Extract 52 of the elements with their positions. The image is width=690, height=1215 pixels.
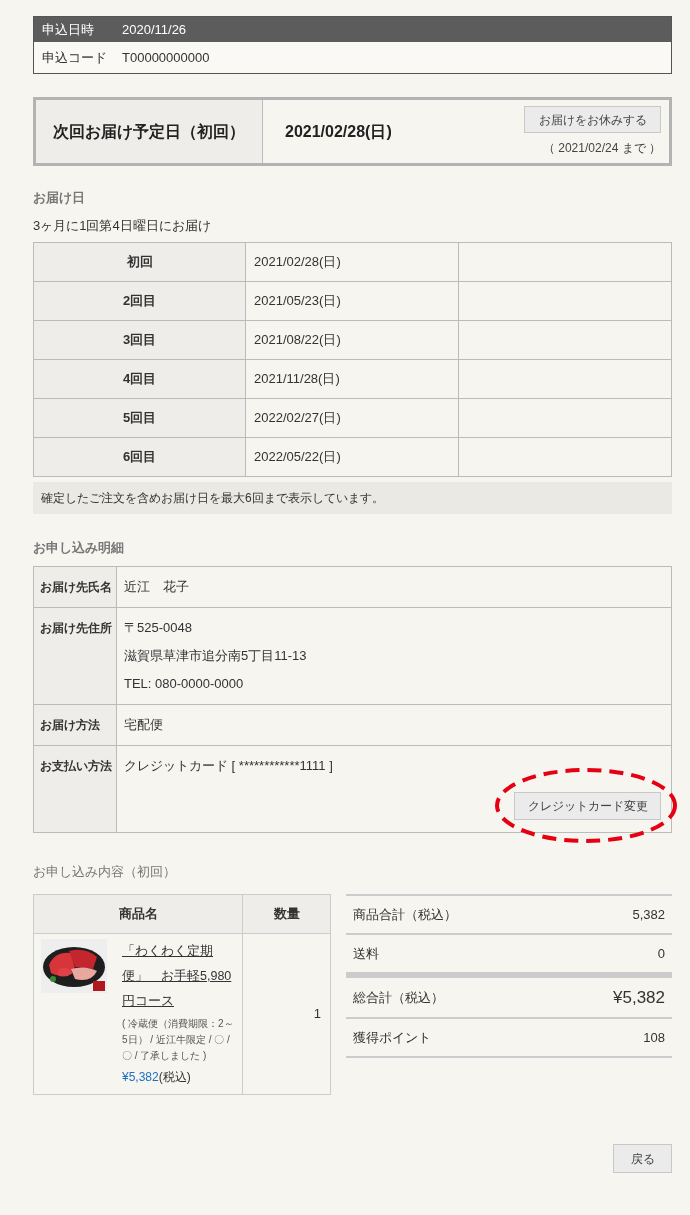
summary-value: 0 xyxy=(657,944,665,963)
table-cell: 5回目 xyxy=(33,398,246,438)
summary-label: 獲得ポイント xyxy=(353,1028,431,1047)
section-heading: お申し込み内容（初回） xyxy=(33,862,177,881)
field-value: T00000000000 xyxy=(122,48,210,67)
table-cell: 3回目 xyxy=(33,320,246,360)
column-header: 商品名 xyxy=(33,894,243,934)
delivery-date: 2021/02/28(日) xyxy=(285,121,392,142)
cell-text: TEL: 080-0000-0000 xyxy=(124,674,245,693)
summary-label: 商品合計（税込） xyxy=(353,905,457,924)
table-cell: 2022/02/27(日) xyxy=(245,398,459,438)
note-text: 確定したご注文を含めお届け日を最大6回まで表示しています。 xyxy=(33,482,672,514)
table-cell: 初回 xyxy=(33,242,246,282)
deadline-text: （ 2021/02/24 まで ） xyxy=(542,140,661,157)
table-cell: 2回目 xyxy=(33,281,246,321)
summary-label: 総合計（税込） xyxy=(353,988,444,1007)
table-cell: 4回目 xyxy=(33,359,246,399)
next-delivery-label: 次回お届け予定日（初回） xyxy=(36,100,263,163)
table-cell: 2021/08/22(日) xyxy=(245,320,459,360)
summary-value: 108 xyxy=(643,1028,665,1047)
cell-text: 滋賀県草津市追分南5丁目11-13 xyxy=(124,646,308,665)
table-cell: 2022/05/22(日) xyxy=(245,437,459,477)
cell-text: 近江 花子 xyxy=(124,577,190,596)
field-label: 申込日時 xyxy=(42,20,95,39)
product-price: ¥5,382 xyxy=(122,1070,159,1084)
table-cell: お届け先住所 xyxy=(33,607,117,704)
table-cell: お支払い方法 xyxy=(33,745,117,832)
field-value: 2020/11/26 xyxy=(122,20,187,39)
summary-value: ¥5,382 xyxy=(613,986,665,1009)
product-link[interactable]: 「わくわく定期便」 お手軽5,980円コース xyxy=(122,939,236,1014)
column-header: 数量 xyxy=(242,894,331,934)
summary-label: 送料 xyxy=(353,944,379,963)
table-cell: お届け方法 xyxy=(33,704,117,745)
cell-text: 宅配便 xyxy=(124,715,164,734)
tax-label: (税込) xyxy=(158,1070,191,1084)
table-cell: 2021/05/23(日) xyxy=(245,281,459,321)
summary-value: 5,382 xyxy=(632,905,665,924)
frequency-text: 3ヶ月に1回第4日曜日にお届け xyxy=(33,216,212,235)
section-heading: お申し込み明細 xyxy=(33,539,125,557)
table-cell: 6回目 xyxy=(33,437,246,477)
product-options: ( 冷蔵便（消費期限：2～5日） / 近江牛限定 / 〇 / 〇 / 了承しました ) xyxy=(122,1016,236,1064)
skip-delivery-button[interactable]: お届けをお休みする xyxy=(524,106,661,133)
cell-text: クレジットカード [ ************1111 ] xyxy=(124,756,334,775)
table-cell: 1 xyxy=(242,933,331,1095)
section-heading: お届け日 xyxy=(33,189,86,207)
field-label: 申込コード xyxy=(42,48,108,67)
table-cell: 2021/11/28(日) xyxy=(245,359,459,399)
back-button[interactable]: 戻る xyxy=(613,1144,672,1173)
cell-text: 〒525-0048 xyxy=(124,618,193,637)
table-cell: 2021/02/28(日) xyxy=(245,242,459,282)
change-card-button[interactable]: クレジットカード変更 xyxy=(514,791,661,820)
table-cell: お届け先氏名 xyxy=(33,566,117,607)
